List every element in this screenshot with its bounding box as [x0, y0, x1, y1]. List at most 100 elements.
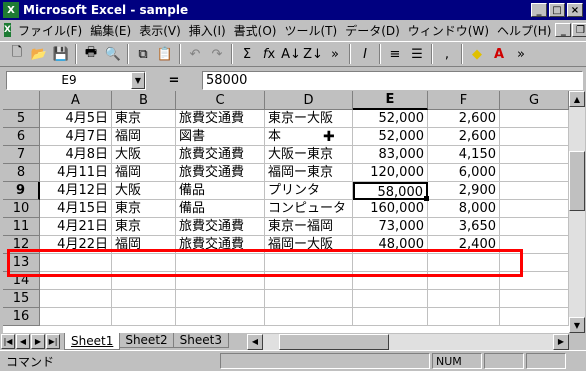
cell-f14[interactable] — [428, 272, 500, 290]
menu-edit[interactable]: 編集(E) — [86, 22, 135, 39]
fill-handle[interactable] — [424, 196, 429, 201]
cell-f11[interactable]: 3,650 — [428, 218, 500, 236]
row-header-10[interactable]: 10 — [3, 200, 40, 218]
cell-d7[interactable]: 大阪ー東京 — [265, 146, 353, 164]
align-center-icon[interactable]: ≡ — [384, 43, 406, 65]
cell-d6[interactable]: 本 — [265, 128, 353, 146]
row-header-16[interactable]: 16 — [3, 308, 40, 326]
workbook-icon[interactable]: X — [4, 23, 11, 37]
cell-f10[interactable]: 8,000 — [428, 200, 500, 218]
maximize-button[interactable]: □ — [549, 3, 565, 17]
column-header-f[interactable]: F — [428, 91, 500, 110]
row-header-5[interactable]: 5 — [3, 110, 40, 128]
cell-d15[interactable] — [265, 290, 353, 308]
last-sheet-icon[interactable]: ▶| — [46, 334, 60, 349]
align-right-icon[interactable]: ☰ — [406, 43, 428, 65]
cell-b9[interactable]: 大阪 — [112, 182, 176, 200]
menu-insert[interactable]: 挿入(I) — [185, 22, 230, 39]
row-header-7[interactable]: 7 — [3, 146, 40, 164]
horizontal-scrollbar[interactable]: ◀ ▶ — [246, 333, 569, 350]
cell-c5[interactable]: 旅費交通費 — [176, 110, 265, 128]
menu-help[interactable]: ヘルプ(H) — [493, 22, 555, 39]
row-header-9[interactable]: 9 — [3, 182, 40, 200]
cell-g5[interactable] — [500, 110, 569, 128]
cell-e6[interactable]: 52,000 — [353, 128, 428, 146]
fill-color-icon[interactable]: ◆ — [466, 43, 488, 65]
cell-g15[interactable] — [500, 290, 569, 308]
toolbar-options-icon[interactable]: » — [510, 43, 532, 65]
tab-sheet1[interactable]: Sheet1 — [64, 333, 121, 350]
cell-g6[interactable] — [500, 128, 569, 146]
cell-a12[interactable]: 4月22日 — [40, 236, 112, 254]
redo-icon[interactable]: ↷ — [206, 43, 228, 65]
menu-tools[interactable]: ツール(T) — [280, 22, 341, 39]
doc-minimize-button[interactable]: _ — [555, 23, 572, 37]
doc-restore-button[interactable]: ❐ — [572, 23, 586, 37]
close-button[interactable]: × — [567, 3, 583, 17]
new-file-icon[interactable]: 🗋 — [6, 43, 28, 65]
cell-f8[interactable]: 6,000 — [428, 164, 500, 182]
cell-f5[interactable]: 2,600 — [428, 110, 500, 128]
cell-g12[interactable] — [500, 236, 569, 254]
cell-a5[interactable]: 4月5日 — [40, 110, 112, 128]
cell-b15[interactable] — [112, 290, 176, 308]
name-box[interactable]: E9 ▼ — [6, 70, 146, 90]
cell-c10[interactable]: 備品 — [176, 200, 265, 218]
cell-e10[interactable]: 160,000 — [353, 200, 428, 218]
cell-f13[interactable] — [428, 254, 500, 272]
column-header-g[interactable]: G — [500, 91, 569, 110]
save-icon[interactable]: 💾 — [50, 43, 72, 65]
font-color-icon[interactable]: A — [488, 43, 510, 65]
cell-e7[interactable]: 83,000 — [353, 146, 428, 164]
cell-f9[interactable]: 2,900 — [428, 182, 500, 200]
cell-a7[interactable]: 4月8日 — [40, 146, 112, 164]
comma-style-icon[interactable]: , — [436, 43, 458, 65]
menu-window[interactable]: ウィンドウ(W) — [404, 22, 493, 39]
cell-a14[interactable] — [40, 272, 112, 290]
cell-f7[interactable]: 4,150 — [428, 146, 500, 164]
cell-g11[interactable] — [500, 218, 569, 236]
toolbar-more-icon[interactable]: » — [324, 43, 346, 65]
cell-b11[interactable]: 東京 — [112, 218, 176, 236]
first-sheet-icon[interactable]: |◀ — [1, 334, 15, 349]
row-header-8[interactable]: 8 — [3, 164, 40, 182]
cell-f6[interactable]: 2,600 — [428, 128, 500, 146]
cell-a8[interactable]: 4月11日 — [40, 164, 112, 182]
cell-c7[interactable]: 旅費交通費 — [176, 146, 265, 164]
cell-d16[interactable] — [265, 308, 353, 326]
menu-data[interactable]: データ(D) — [341, 22, 404, 39]
excel-app-icon[interactable]: X — [3, 2, 19, 18]
cell-a15[interactable] — [40, 290, 112, 308]
cell-e14[interactable] — [353, 272, 428, 290]
print-icon[interactable]: 🖶 — [80, 43, 102, 65]
cell-g8[interactable] — [500, 164, 569, 182]
cell-e13[interactable] — [353, 254, 428, 272]
cell-e5[interactable]: 52,000 — [353, 110, 428, 128]
cell-c9[interactable]: 備品 — [176, 182, 265, 200]
cell-c8[interactable]: 旅費交通費 — [176, 164, 265, 182]
cell-d14[interactable] — [265, 272, 353, 290]
cell-e9[interactable]: 58,000 — [353, 182, 428, 200]
row-header-12[interactable]: 12 — [3, 236, 40, 254]
cell-c12[interactable]: 旅費交通費 — [176, 236, 265, 254]
menu-view[interactable]: 表示(V) — [135, 22, 185, 39]
function-icon[interactable]: fx — [258, 43, 280, 65]
cell-c14[interactable] — [176, 272, 265, 290]
undo-icon[interactable]: ↶ — [184, 43, 206, 65]
cell-d13[interactable] — [265, 254, 353, 272]
cell-e8[interactable]: 120,000 — [353, 164, 428, 182]
prev-sheet-icon[interactable]: ◀ — [16, 334, 30, 349]
cell-f16[interactable] — [428, 308, 500, 326]
select-all-corner[interactable] — [3, 91, 40, 110]
cell-e11[interactable]: 73,000 — [353, 218, 428, 236]
cell-g7[interactable] — [500, 146, 569, 164]
cell-g14[interactable] — [500, 272, 569, 290]
scroll-down-icon[interactable]: ▼ — [569, 317, 585, 333]
column-header-a[interactable]: A — [40, 91, 112, 110]
column-header-b[interactable]: B — [112, 91, 176, 110]
vertical-scrollbar[interactable]: ▲ ▼ — [569, 91, 585, 333]
row-header-13[interactable]: 13 — [3, 254, 40, 272]
next-sheet-icon[interactable]: ▶ — [31, 334, 45, 349]
menu-file[interactable]: ファイル(F) — [14, 22, 86, 39]
cell-g13[interactable] — [500, 254, 569, 272]
